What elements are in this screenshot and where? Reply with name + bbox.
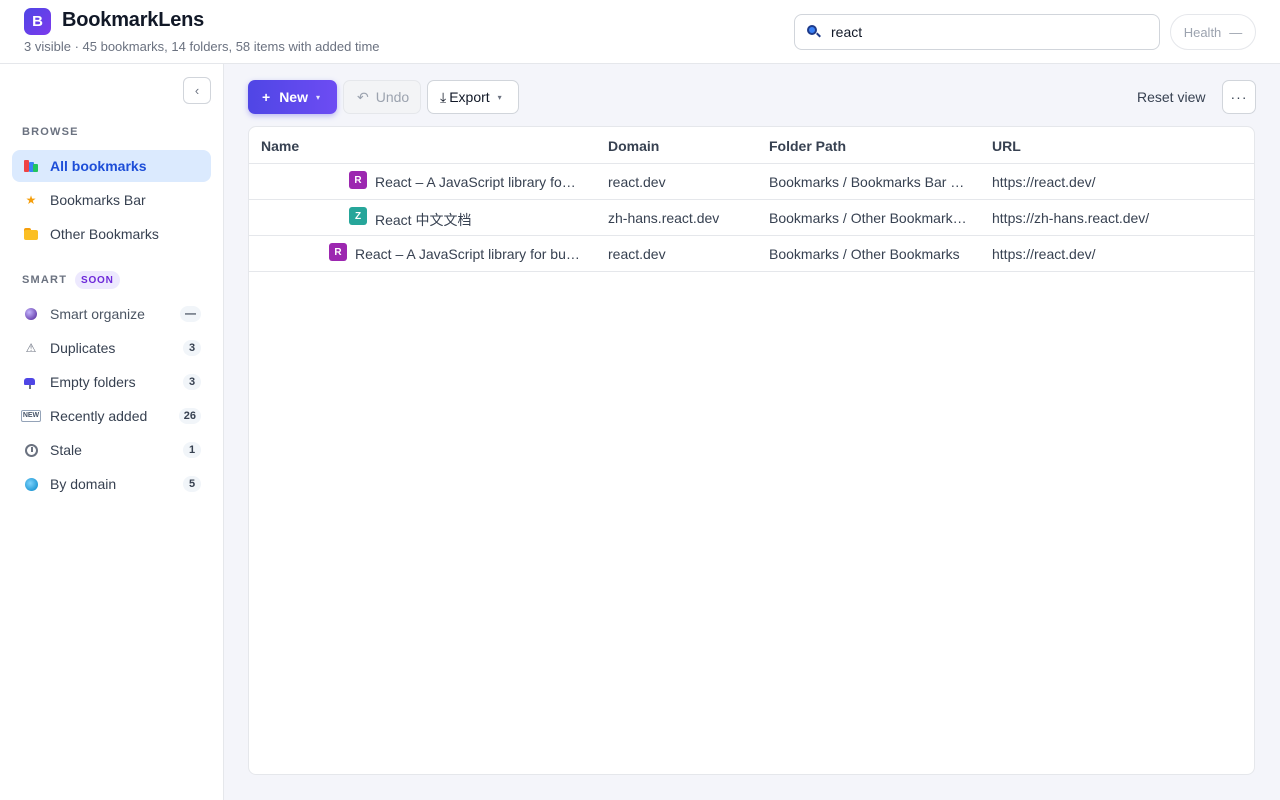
sidebar-item-all-bookmarks[interactable]: All bookmarks bbox=[12, 150, 211, 182]
bookmark-folder-path: Bookmarks / Bookmarks Bar / React bbox=[769, 174, 967, 190]
globe-icon bbox=[23, 476, 39, 492]
search-icon bbox=[807, 25, 821, 39]
sidebar-item-duplicates[interactable]: ⚠ Duplicates 3 bbox=[12, 332, 211, 364]
plus-icon: + bbox=[262, 89, 271, 105]
bookmark-url[interactable]: https://react.dev/ bbox=[992, 174, 1242, 190]
app-title: BookmarkLens bbox=[62, 9, 205, 31]
browse-section-label: BROWSE bbox=[22, 126, 79, 138]
count-badge: 5 bbox=[183, 476, 201, 492]
new-button-label: New bbox=[279, 89, 308, 105]
column-header-domain[interactable]: Domain bbox=[608, 138, 659, 154]
table-row[interactable]: Z React 中文文档 zh-hans.react.dev Bookmarks… bbox=[249, 200, 1254, 236]
favicon-icon: Z bbox=[349, 207, 367, 225]
mailbox-icon bbox=[23, 374, 39, 390]
bookmarks-table: Name Domain Folder Path URL R React – A … bbox=[248, 126, 1255, 775]
bookmark-folder-path: Bookmarks / Other Bookmarks / React bbox=[769, 210, 967, 226]
sidebar-item-label: Empty folders bbox=[50, 374, 136, 390]
undo-icon: ↶ bbox=[357, 88, 369, 105]
column-header-url[interactable]: URL bbox=[992, 138, 1021, 154]
count-badge: 3 bbox=[183, 340, 201, 356]
sidebar-item-label: All bookmarks bbox=[50, 158, 147, 174]
folder-icon bbox=[23, 226, 39, 242]
smart-section-label: SMART bbox=[22, 274, 68, 286]
undo-button[interactable]: ↶ Undo bbox=[343, 80, 421, 114]
soon-badge: SOON bbox=[75, 271, 120, 289]
column-header-folder-path[interactable]: Folder Path bbox=[769, 138, 846, 154]
undo-button-label: Undo bbox=[375, 89, 410, 105]
clock-icon bbox=[23, 442, 39, 458]
bookmark-name[interactable]: React – A JavaScript library for buildin… bbox=[375, 174, 580, 190]
books-icon bbox=[23, 158, 39, 174]
table-row[interactable]: R React – A JavaScript library for build… bbox=[249, 236, 1254, 272]
bookmark-url[interactable]: https://zh-hans.react.dev/ bbox=[992, 210, 1242, 226]
table-header: Name Domain Folder Path URL bbox=[249, 127, 1254, 164]
sidebar-item-recently-added[interactable]: NEW Recently added 26 bbox=[12, 400, 211, 432]
count-badge: 3 bbox=[183, 374, 201, 390]
new-icon: NEW bbox=[20, 408, 42, 424]
app-header: B BookmarkLens 3 visible · 45 bookmarks,… bbox=[0, 0, 1280, 64]
warning-icon: ⚠ bbox=[25, 341, 37, 355]
bookmark-folder-path: Bookmarks / Other Bookmarks bbox=[769, 246, 960, 262]
bookmark-domain: react.dev bbox=[608, 174, 666, 190]
sidebar: ‹ BROWSE All bookmarks ★ Bookmarks Bar O… bbox=[0, 64, 224, 800]
health-value: — bbox=[1229, 24, 1243, 40]
sidebar-item-label: Duplicates bbox=[50, 340, 116, 356]
sidebar-item-label: Other Bookmarks bbox=[50, 226, 159, 242]
app-logo: B bbox=[24, 8, 51, 35]
sidebar-item-label: By domain bbox=[50, 476, 117, 492]
sidebar-item-label: Recently added bbox=[50, 408, 148, 424]
reset-view-button[interactable]: Reset view bbox=[1137, 89, 1205, 105]
favicon-icon: R bbox=[349, 171, 367, 189]
search-input[interactable] bbox=[831, 24, 1131, 40]
bookmark-name[interactable]: React – A JavaScript library for buildin… bbox=[355, 246, 581, 262]
collapse-sidebar-button[interactable]: ‹ bbox=[183, 77, 211, 104]
table-row[interactable]: R React – A JavaScript library for build… bbox=[249, 164, 1254, 200]
sidebar-item-bookmarks-bar[interactable]: ★ Bookmarks Bar bbox=[12, 184, 211, 216]
export-button[interactable]: ⤓ Export ▾ bbox=[427, 80, 519, 114]
bookmark-domain: react.dev bbox=[608, 246, 666, 262]
count-badge: 26 bbox=[178, 408, 201, 424]
download-icon: ⤓ bbox=[440, 88, 447, 105]
sidebar-item-label: Stale bbox=[50, 442, 82, 458]
sidebar-item-smart-organize[interactable]: Smart organize — bbox=[12, 298, 211, 330]
sidebar-item-label: Smart organize bbox=[50, 306, 145, 322]
health-button[interactable]: Health — bbox=[1170, 14, 1256, 50]
sidebar-item-other-bookmarks[interactable]: Other Bookmarks bbox=[12, 218, 211, 250]
health-label: Health bbox=[1183, 24, 1222, 40]
count-badge: — bbox=[180, 306, 201, 322]
more-options-button[interactable]: ··· bbox=[1222, 80, 1256, 114]
sidebar-item-label: Bookmarks Bar bbox=[50, 192, 146, 208]
bookmark-url[interactable]: https://react.dev/ bbox=[992, 246, 1242, 262]
sidebar-item-by-domain[interactable]: By domain 5 bbox=[12, 468, 211, 500]
column-header-name[interactable]: Name bbox=[261, 138, 299, 154]
export-button-label: Export bbox=[449, 89, 490, 105]
bookmark-domain: zh-hans.react.dev bbox=[608, 210, 720, 226]
sidebar-item-empty-folders[interactable]: Empty folders 3 bbox=[12, 366, 211, 398]
sidebar-item-stale[interactable]: Stale 1 bbox=[12, 434, 211, 466]
search-box[interactable] bbox=[794, 14, 1160, 50]
app-subtitle: 3 visible · 45 bookmarks, 14 folders, 58… bbox=[24, 39, 380, 54]
count-badge: 1 bbox=[183, 442, 201, 458]
new-button[interactable]: + New ▾ bbox=[248, 80, 337, 114]
bookmark-name[interactable]: React 中文文档 bbox=[375, 210, 580, 230]
crystal-ball-icon bbox=[23, 306, 39, 322]
chevron-down-icon: ▾ bbox=[497, 92, 502, 102]
favicon-icon: R bbox=[329, 243, 347, 261]
star-icon: ★ bbox=[25, 193, 37, 207]
chevron-down-icon: ▾ bbox=[315, 92, 320, 102]
